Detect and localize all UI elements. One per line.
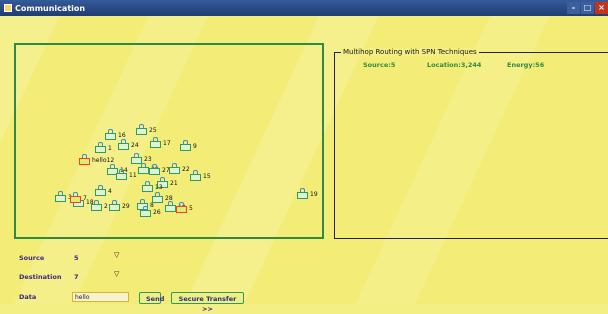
energy-info: Energy:56 — [507, 61, 545, 69]
node-label: 21 — [170, 180, 178, 187]
node-box-icon — [105, 133, 116, 140]
title-bar: Communication – □ × — [0, 0, 608, 16]
node-label: 15 — [203, 173, 211, 180]
node-label: 24 — [131, 142, 139, 149]
node-box-icon — [152, 196, 163, 203]
node-label: 25 — [149, 127, 157, 134]
node-label: 1 — [108, 145, 112, 152]
send-button[interactable]: Send — [139, 292, 164, 304]
node-label: 28 — [165, 195, 173, 202]
node-box-icon — [79, 158, 90, 165]
node-label: 17 — [163, 140, 171, 147]
minimize-icon[interactable]: – — [567, 2, 580, 14]
destination-dropdown-icon[interactable]: ▽ — [114, 270, 119, 278]
node-label: 16 — [118, 132, 126, 139]
node-box-icon — [109, 204, 120, 211]
node-box-icon — [95, 189, 106, 196]
destination-label: Destination — [19, 273, 62, 281]
node-label: 5 — [189, 205, 193, 212]
node-box-icon — [140, 210, 151, 217]
location-info: Location:3,244 — [427, 61, 482, 69]
node-box-icon — [116, 173, 127, 180]
secure-transfer-button[interactable]: Secure Transfer >> — [171, 292, 244, 313]
data-label: Data — [19, 293, 37, 301]
node-label: 23 — [144, 156, 152, 163]
window-title: Communication — [15, 3, 86, 13]
app-icon — [4, 4, 12, 12]
content-area: 16 25 24 17 9 1 hello12 23 14 11 27 22 1… — [0, 16, 608, 313]
routing-panel: Multihop Routing with SPN Techniques Sou… — [334, 48, 608, 239]
node-box-icon — [70, 196, 81, 203]
window-controls: – □ × — [567, 2, 608, 14]
node-label: 29 — [122, 203, 130, 210]
node-box-icon — [297, 192, 308, 199]
network-canvas: 16 25 24 17 9 1 hello12 23 14 11 27 22 1… — [14, 43, 324, 239]
source-select[interactable]: 5 — [74, 254, 79, 262]
source-dropdown-icon[interactable]: ▽ — [114, 251, 119, 259]
node-box-icon — [95, 146, 106, 153]
node-box-icon — [55, 195, 66, 202]
node-box-icon — [180, 144, 191, 151]
node-box-icon — [149, 168, 160, 175]
node-box-icon — [142, 185, 153, 192]
node-label: 11 — [129, 172, 137, 179]
node-box-icon — [165, 205, 176, 212]
node-label: hello12 — [92, 157, 115, 164]
node-label: 2 — [104, 203, 108, 210]
node-box-icon — [136, 128, 147, 135]
source-info: Source:5 — [363, 61, 396, 69]
routing-title: Multihop Routing with SPN Techniques — [341, 48, 479, 56]
node-label: 13 — [155, 184, 163, 191]
node-label: 8 — [150, 202, 154, 209]
node-box-icon — [91, 204, 102, 211]
node-box-icon — [138, 167, 149, 174]
node-label: 4 — [108, 188, 112, 195]
close-icon[interactable]: × — [595, 2, 608, 14]
node-label: 7 — [83, 195, 87, 202]
node-box-icon — [118, 143, 129, 150]
source-label: Source — [19, 254, 45, 262]
maximize-icon[interactable]: □ — [581, 2, 594, 14]
node-box-icon — [176, 206, 187, 213]
node-box-icon — [169, 167, 180, 174]
node-box-icon — [190, 174, 201, 181]
node-label: 22 — [182, 166, 190, 173]
node-label: 9 — [193, 143, 197, 150]
node-label: 19 — [310, 191, 318, 198]
node-box-icon — [150, 141, 161, 148]
data-input[interactable] — [72, 292, 129, 302]
node-label: 26 — [153, 209, 161, 216]
destination-select[interactable]: 7 — [74, 273, 79, 281]
